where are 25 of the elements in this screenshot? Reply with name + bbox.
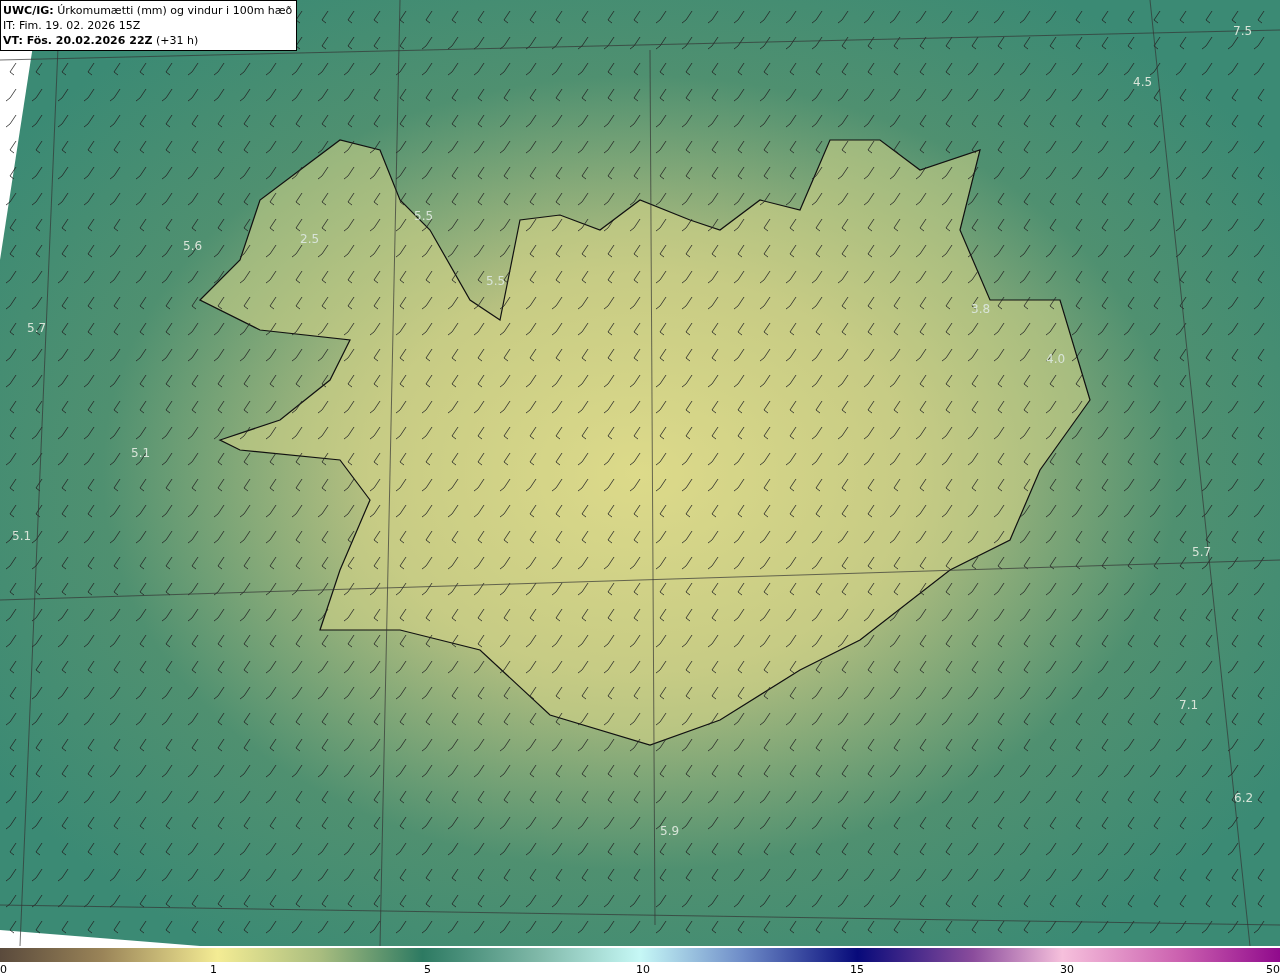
map-value-label: 5.6 — [183, 239, 203, 253]
map-value-label: 5.9 — [660, 824, 680, 838]
map-value-label: 3.8 — [971, 302, 991, 316]
header-line: UWC/IG: Úrkomumætti (mm) og vindur i 100m hæð — [3, 3, 293, 18]
map-value-label: 6.2 — [1234, 791, 1254, 805]
map-value-label: 5.7 — [27, 321, 47, 335]
map-value-label: 5.5 — [486, 274, 506, 288]
scale-tick-label: 15 — [850, 963, 864, 976]
map-value-label: 2.5 — [300, 232, 320, 246]
map-value-label: 4.0 — [1046, 352, 1066, 366]
scale-tick-label: 50 — [1266, 963, 1280, 976]
scale-tick-label: 30 — [1060, 963, 1074, 976]
map-value-label: 5.5 — [414, 209, 434, 223]
map-value-label: 5.1 — [131, 446, 151, 460]
map-value-label: 4.5 — [1133, 75, 1153, 89]
header-line: IT: Fim. 19. 02. 2026 15Z — [3, 18, 142, 33]
scale-tick-label: 1 — [210, 963, 217, 976]
scale-tick-label: 5 — [424, 963, 431, 976]
map-value-label: 5.1 — [12, 529, 32, 543]
map-value-label: 7.5 — [1233, 24, 1253, 38]
header-line: VT: Fös. 20.02.2026 22Z (+31 h) — [3, 33, 200, 48]
map-value-label: 7.1 — [1179, 698, 1199, 712]
scale-tick-label: 0 — [0, 963, 7, 976]
map-value-label: 5.7 — [1192, 545, 1212, 559]
scale-tick-label: 10 — [636, 963, 650, 976]
